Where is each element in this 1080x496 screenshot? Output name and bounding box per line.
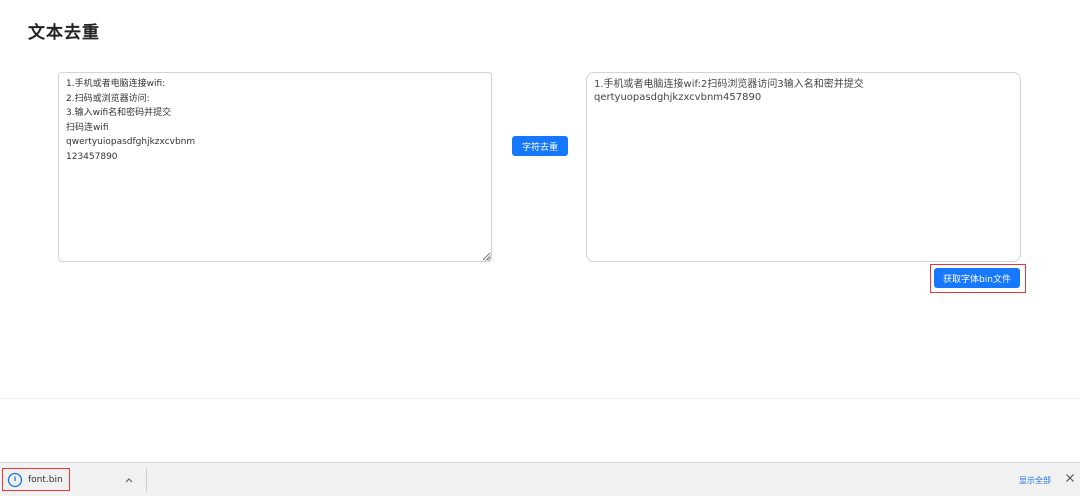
download-file-name: font.bin <box>28 474 63 485</box>
close-icon[interactable] <box>1065 473 1075 483</box>
dedupe-result-box: 1.手机或者电脑连接wif:2扫码浏览器访问3输入名和密并提交 qertyuop… <box>586 72 1021 262</box>
chevron-up-icon[interactable] <box>124 476 134 484</box>
download-item[interactable]: font.bin <box>2 468 70 491</box>
dedupe-button[interactable]: 字符去重 <box>512 136 568 156</box>
show-all-link[interactable]: 显示全部 <box>1019 475 1051 486</box>
get-font-bin-button[interactable]: 获取字体bin文件 <box>934 268 1020 288</box>
divider <box>146 468 147 492</box>
divider <box>0 398 1080 399</box>
result-line: qertyuopasdghjkzxcvbnm457890 <box>594 91 762 103</box>
download-progress-icon <box>7 472 23 487</box>
download-bar: font.bin 显示全部 <box>0 462 1080 496</box>
source-text-input[interactable] <box>58 72 492 262</box>
result-line: 1.手机或者电脑连接wif:2扫码浏览器访问3输入名和密并提交 <box>594 79 864 90</box>
page-title: 文本去重 <box>28 23 100 43</box>
